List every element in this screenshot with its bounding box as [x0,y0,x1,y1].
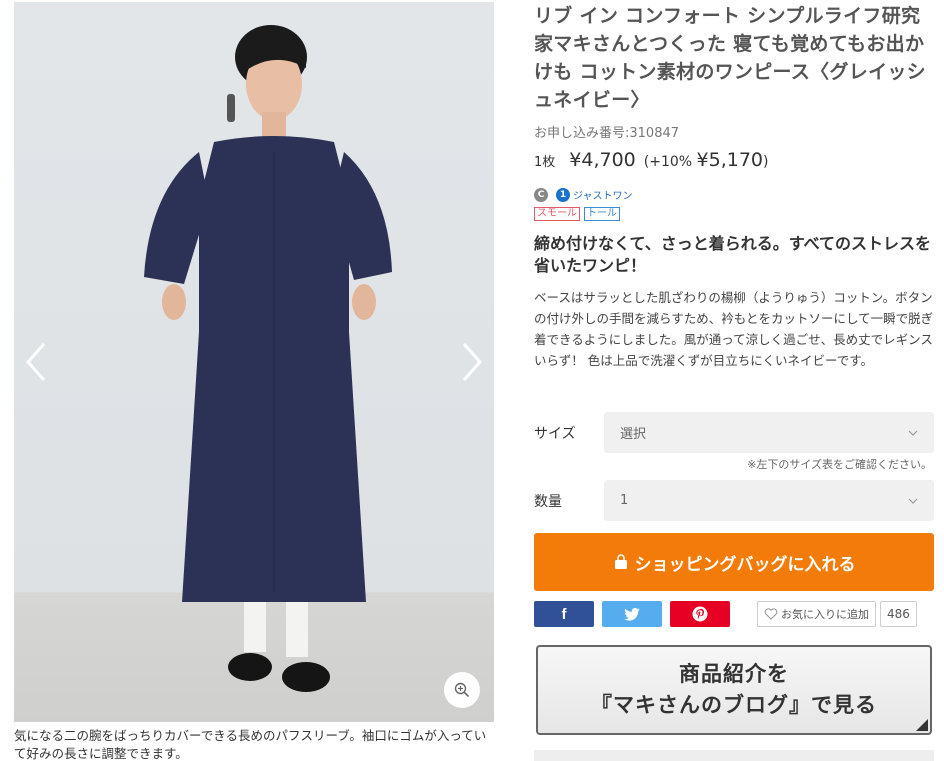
tax-included-price: (+10% ¥5,170) [644,149,769,171]
product-image-gallery[interactable] [14,2,494,722]
quantity-row: 数量 1 [534,480,934,521]
justone-badge: 1 ジャストワン [556,187,633,202]
add-to-favorites-button[interactable]: お気に入りに追加 [757,601,876,627]
tag-small: スモール [534,207,580,221]
size-select[interactable]: 選択 [604,412,934,453]
pinterest-share-button[interactable] [670,601,730,627]
tax-prefix: (+10% [643,154,697,170]
tax-price: ¥5,170 [696,149,764,171]
product-headline: 締め付けなくて、さっと着られる。すべてのストレスを省いたワンピ！ [534,234,931,275]
chevron-left-icon [25,343,46,381]
price-unit: 1枚 [534,155,556,170]
size-note: ※左下のサイズ表をご確認ください。 [747,458,932,471]
image-caption: 気になる二の腕をばっちりカバーできる長めのパフスリーブ。袖口にゴムが入っていて好… [14,728,487,761]
next-section-strip [534,750,934,761]
zoom-button[interactable] [444,672,480,708]
quantity-select[interactable]: 1 [604,480,934,521]
favorite-label: お気に入りに追加 [781,608,869,621]
facebook-share-button[interactable]: f [534,601,594,627]
facebook-icon: f [561,605,567,623]
size-row: サイズ 選択 [534,412,934,453]
justone-icon: 1 [556,187,570,202]
blog-link-banner[interactable]: 商品紹介を 『マキさんのブログ』で見る [536,645,932,735]
product-title: リブ イン コンフォート シンプルライフ研究家マキさんとつくった 寝ても覚めても… [534,5,926,111]
zoom-in-icon [454,682,470,698]
shopping-bag-icon [614,554,627,569]
brand-icons: C 1 ジャストワン [534,187,934,202]
pinterest-icon [692,606,708,622]
heart-icon [764,608,778,620]
prev-image-button[interactable] [22,340,50,384]
quantity-label: 数量 [534,493,562,510]
price: ¥4,700 [569,149,636,171]
add-to-bag-label: ショッピングバッグに入れる [634,554,856,575]
blog-banner-line2: 『マキさんのブログ』で見る [591,693,877,717]
product-description: ベースはサラッとした肌ざわりの楊柳（ようりゅう）コットン。ボタンの付け外しの手間… [534,290,934,368]
blog-banner-line1: 商品紹介を [679,662,789,686]
quantity-select-value: 1 [620,493,629,508]
chevron-right-icon [462,343,483,381]
corner-triangle-icon [916,719,928,731]
chevron-down-icon [908,498,918,504]
product-photo [14,2,494,722]
twitter-share-button[interactable] [602,601,662,627]
chevron-down-icon [908,430,918,436]
tax-suffix: ) [763,154,769,170]
share-row: f お気に入りに追加 486 [534,600,934,628]
product-info: リブ イン コンフォート シンプルライフ研究家マキさんとつくった 寝ても覚めても… [534,0,934,761]
twitter-bird-icon [624,607,640,621]
size-label: サイズ [534,425,576,442]
justone-label: ジャストワン [573,191,633,202]
price-row: 1枚 ¥4,700 (+10% ¥5,170) [534,149,934,171]
add-to-bag-button[interactable]: ショッピングバッグに入れる [534,533,934,591]
order-number: お申し込み番号:310847 [534,126,680,141]
size-tags: スモール トール [534,207,934,221]
brand-c-icon: C [534,187,548,202]
size-select-value: 選択 [620,427,647,442]
tag-tall: トール [584,207,620,221]
favorite-count: 486 [880,601,917,627]
next-image-button[interactable] [458,340,486,384]
